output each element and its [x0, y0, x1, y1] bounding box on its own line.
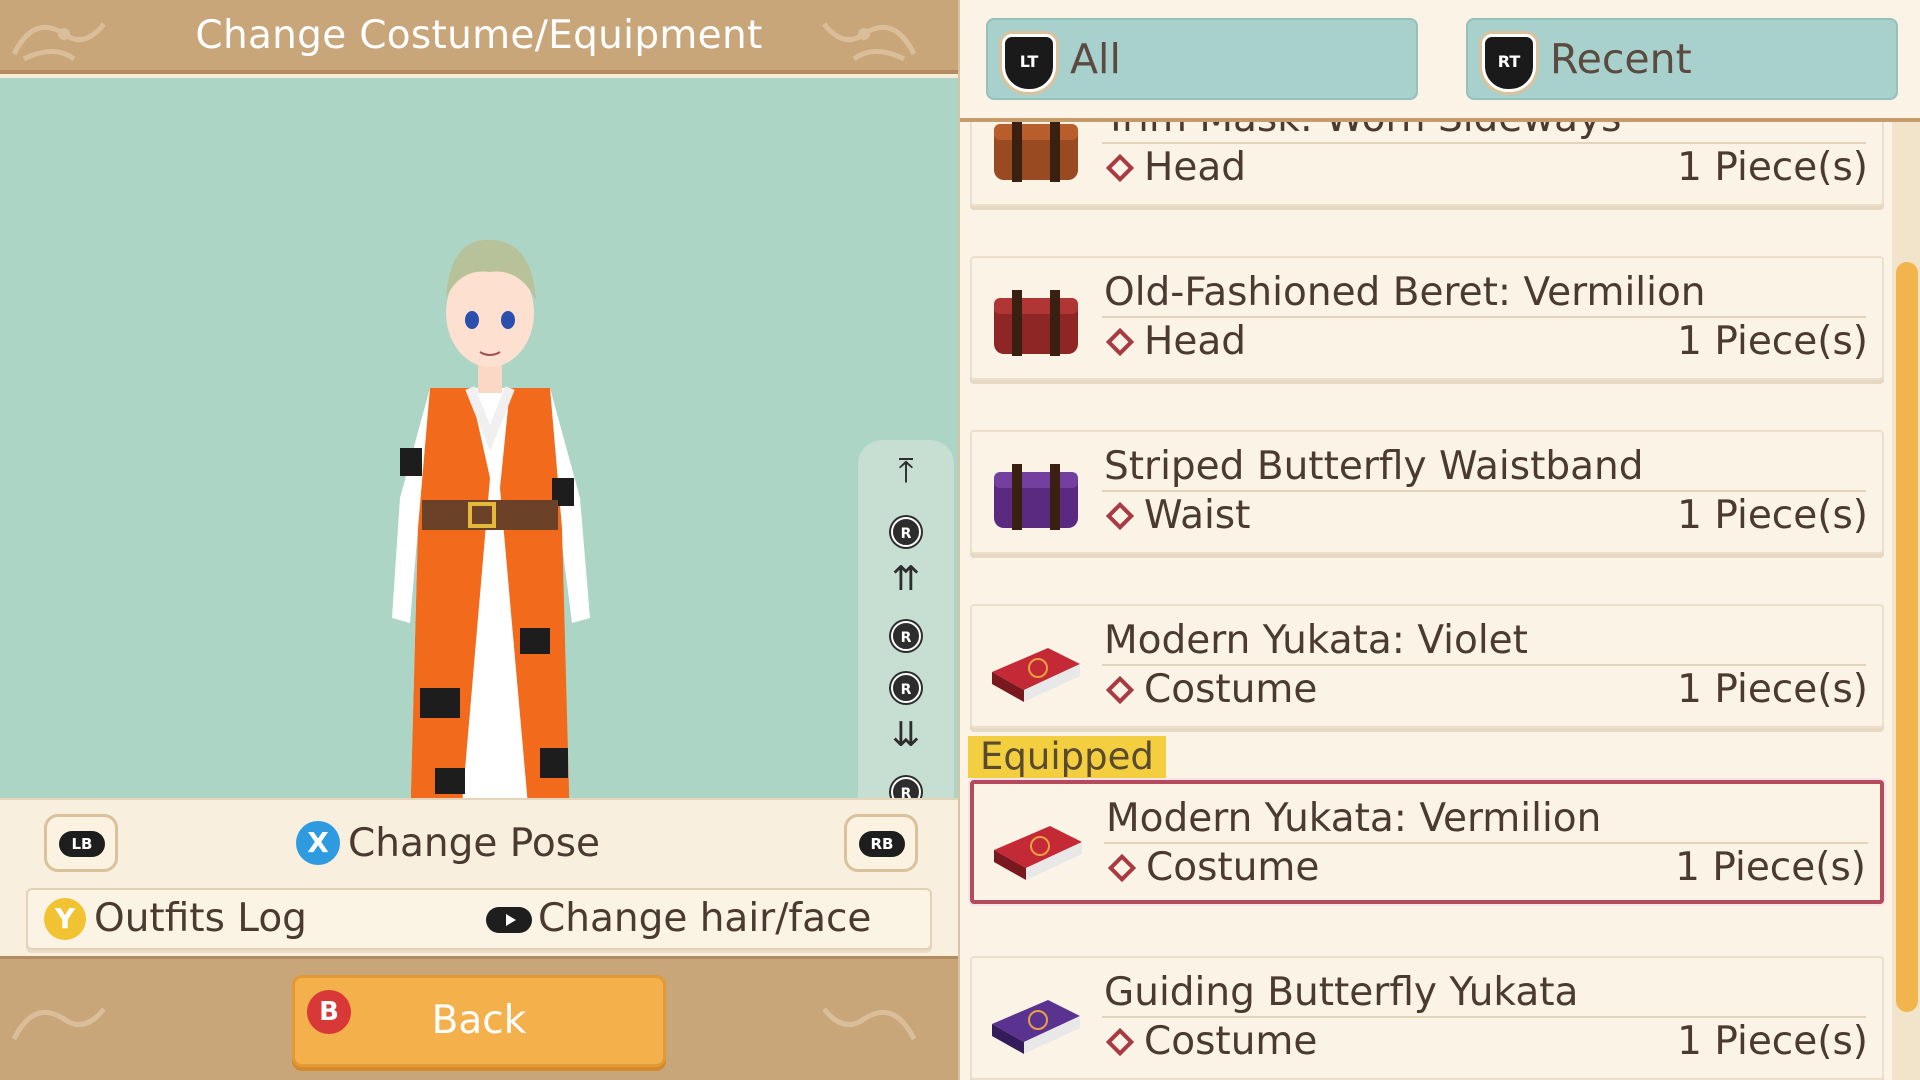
diamond-icon — [1105, 501, 1135, 531]
extra-controls-box: Y Outfits Log Change hair/face — [26, 888, 932, 950]
rb-label: RB — [859, 831, 905, 857]
list-item-selected[interactable]: Modern Yukata: Vermilion Costume 1 Piece… — [970, 780, 1884, 904]
item-quantity: 1 Piece(s) — [1677, 667, 1868, 712]
double-down-arrow-icon[interactable]: ⇊ — [858, 718, 954, 752]
list-item[interactable]: Trim Mask: Worn Sideways Head 1 Piece(s) — [970, 122, 1884, 206]
character-viewport[interactable]: ⤒ R ⇈ R R ⇊ R ⤓ — [0, 78, 958, 872]
diamond-icon — [1105, 675, 1135, 705]
scroll-top-icon[interactable]: ⤒ — [858, 454, 954, 488]
list-item[interactable]: Old-Fashioned Beret: Vermilion Head 1 Pi… — [970, 256, 1884, 380]
filter-bar: LT All RT Recent — [960, 0, 1920, 122]
flourish-ornament-icon — [822, 1007, 917, 1041]
leather-box-icon — [994, 464, 1078, 530]
outfits-log-button[interactable]: Outfits Log — [94, 894, 307, 944]
item-category: Costume — [1104, 664, 1317, 716]
change-pose-button[interactable]: X Change Pose — [296, 816, 600, 870]
tab-recent-label: Recent — [1550, 35, 1692, 83]
change-hair-face-button[interactable]: Change hair/face — [538, 894, 871, 944]
leather-box-icon — [994, 290, 1078, 356]
costume-case-icon — [992, 648, 1080, 702]
item-category: Head — [1104, 316, 1246, 368]
lb-label: LB — [59, 831, 105, 857]
item-quantity: 1 Piece(s) — [1675, 845, 1866, 890]
item-quantity: 1 Piece(s) — [1677, 319, 1868, 364]
item-name: Striped Butterfly Waistband — [1104, 444, 1644, 489]
title-bar: Change Costume/Equipment — [0, 0, 958, 74]
flourish-ornament-icon — [11, 1007, 106, 1041]
lt-badge-icon: LT — [1002, 34, 1056, 92]
item-category: Costume — [1106, 842, 1319, 894]
item-category: Waist — [1104, 490, 1250, 542]
y-button-icon: Y — [44, 898, 86, 940]
item-list-panel: LT All RT Recent Trim Mask: Worn Sideway… — [958, 0, 1920, 1080]
character-model — [392, 239, 590, 842]
flourish-ornament-icon — [822, 22, 917, 62]
list-item[interactable]: Guiding Butterfly Yukata Costume 1 Piece… — [970, 956, 1884, 1080]
left-stick-icon — [486, 907, 532, 933]
rb-button[interactable]: RB — [844, 814, 918, 872]
preview-panel: Change Costume/Equipment ⤒ R ⇈ R R ⇊ R L… — [0, 0, 958, 1080]
leather-box-icon — [994, 122, 1078, 182]
r-stick-up-icon[interactable]: R — [858, 510, 954, 547]
item-name: Modern Yukata: Vermilion — [1106, 796, 1602, 841]
scrollbar[interactable] — [1892, 122, 1920, 1080]
costume-case-icon — [994, 826, 1082, 880]
item-quantity: 1 Piece(s) — [1677, 493, 1868, 538]
item-category: Costume — [1104, 1016, 1317, 1068]
change-pose-label: Change Pose — [348, 820, 601, 866]
scrollbar-thumb[interactable] — [1896, 262, 1918, 1012]
diamond-icon — [1105, 153, 1135, 183]
item-list[interactable]: Trim Mask: Worn Sideways Head 1 Piece(s)… — [960, 122, 1892, 1080]
r-stick-right-icon[interactable]: R — [858, 666, 954, 703]
item-quantity: 1 Piece(s) — [1677, 1019, 1868, 1064]
costume-case-icon — [992, 1000, 1080, 1054]
diamond-icon — [1107, 853, 1137, 883]
tab-recent[interactable]: RT Recent — [1466, 18, 1898, 100]
rt-badge-icon: RT — [1482, 34, 1536, 92]
item-name: Guiding Butterfly Yukata — [1104, 970, 1579, 1015]
r-stick-left-icon[interactable]: R — [858, 614, 954, 651]
back-button[interactable]: B Back — [292, 975, 666, 1067]
item-category: Head — [1104, 142, 1246, 194]
item-name: Modern Yukata: Violet — [1104, 618, 1528, 663]
equipped-badge: Equipped — [968, 736, 1166, 778]
tab-all[interactable]: LT All — [986, 18, 1418, 100]
item-name: Trim Mask: Worn Sideways — [1104, 122, 1621, 144]
x-button-icon: X — [296, 821, 340, 865]
diamond-icon — [1105, 1027, 1135, 1057]
list-item[interactable]: Modern Yukata: Violet Costume 1 Piece(s) — [970, 604, 1884, 728]
diamond-icon — [1105, 327, 1135, 357]
controls-area: LB X Change Pose RB Y Outfits Log Change… — [0, 798, 958, 956]
item-name: Old-Fashioned Beret: Vermilion — [1104, 270, 1706, 315]
double-up-arrow-icon[interactable]: ⇈ — [858, 562, 954, 596]
item-quantity: 1 Piece(s) — [1677, 145, 1868, 190]
back-label: Back — [431, 998, 527, 1043]
tab-all-label: All — [1070, 35, 1121, 83]
list-item[interactable]: Striped Butterfly Waistband Waist 1 Piec… — [970, 430, 1884, 554]
lb-button[interactable]: LB — [44, 814, 118, 872]
